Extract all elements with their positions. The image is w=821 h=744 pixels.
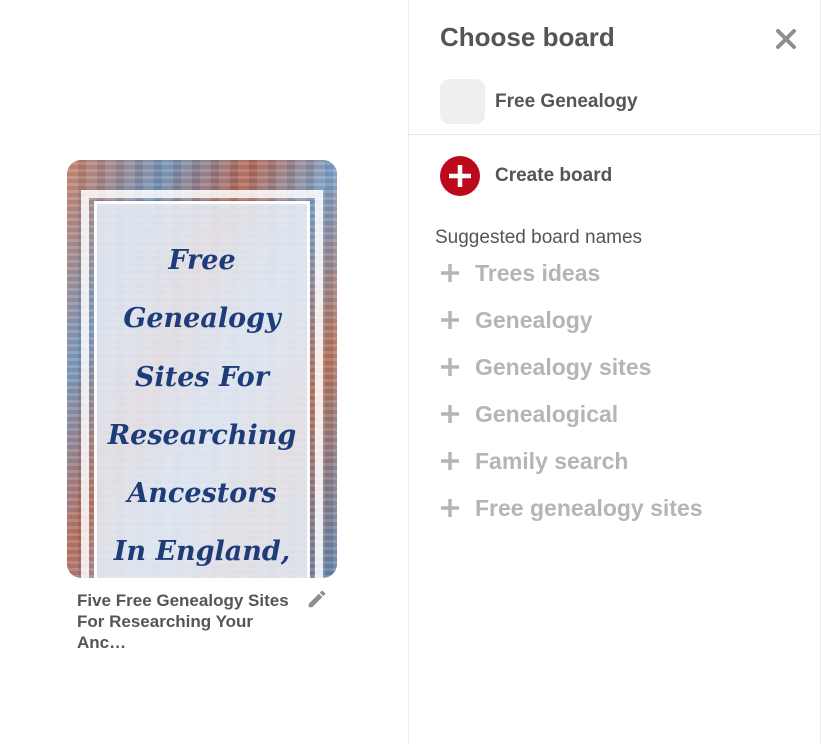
create-board-label: Create board [495,165,613,186]
suggested-board-item[interactable]: Family search [439,442,799,489]
divider [409,134,820,135]
plus-icon [439,262,461,284]
pin-text-line: In England, [113,536,291,568]
suggested-board-label: Free genealogy sites [475,495,703,521]
suggested-board-label: Genealogy [475,307,593,333]
pencil-icon[interactable] [306,588,328,610]
plus-icon [439,450,461,472]
suggested-board-item[interactable]: Genealogical [439,395,799,442]
create-board-button[interactable]: Create board [440,156,740,196]
pin-image-text: Free Genealogy Sites For Researching Anc… [94,232,310,578]
suggested-board-label: Family search [475,448,629,474]
close-icon[interactable] [773,26,799,52]
suggested-board-item[interactable]: Trees ideas [439,254,799,301]
pin-image: Free Genealogy Sites For Researching Anc… [67,160,337,578]
suggested-board-item[interactable]: Genealogy [439,301,799,348]
suggested-board-label: Genealogy sites [475,354,652,380]
board-name: Free Genealogy [495,91,638,112]
pin-text-line: Free [168,245,236,276]
pin-title: Five Free Genealogy Sites For Researchin… [77,591,289,652]
panel-title: Choose board [440,22,615,52]
pin-text-line: Researching [107,419,297,451]
suggested-board-list: Trees ideas Genealogy Genealogy sites Ge… [439,254,799,536]
plus-icon [439,356,461,378]
pin-text-line: Genealogy [123,303,281,335]
suggested-board-item[interactable]: Free genealogy sites [439,489,799,536]
plus-icon [439,403,461,425]
suggested-board-item[interactable]: Genealogy sites [439,348,799,395]
suggested-board-label: Trees ideas [475,260,601,286]
suggested-board-label: Genealogical [475,401,619,427]
pin-text-line: Sites For [135,361,269,393]
board-thumbnail [440,79,485,124]
board-item-free-genealogy[interactable]: Free Genealogy [440,79,800,124]
pin-text-line: Ancestors [127,478,277,510]
suggested-heading: Suggested board names [435,227,643,248]
choose-board-panel: Choose board Free Genealogy Create board… [408,0,821,744]
plus-circle-icon [440,156,480,196]
plus-icon [439,497,461,519]
plus-icon [439,309,461,331]
